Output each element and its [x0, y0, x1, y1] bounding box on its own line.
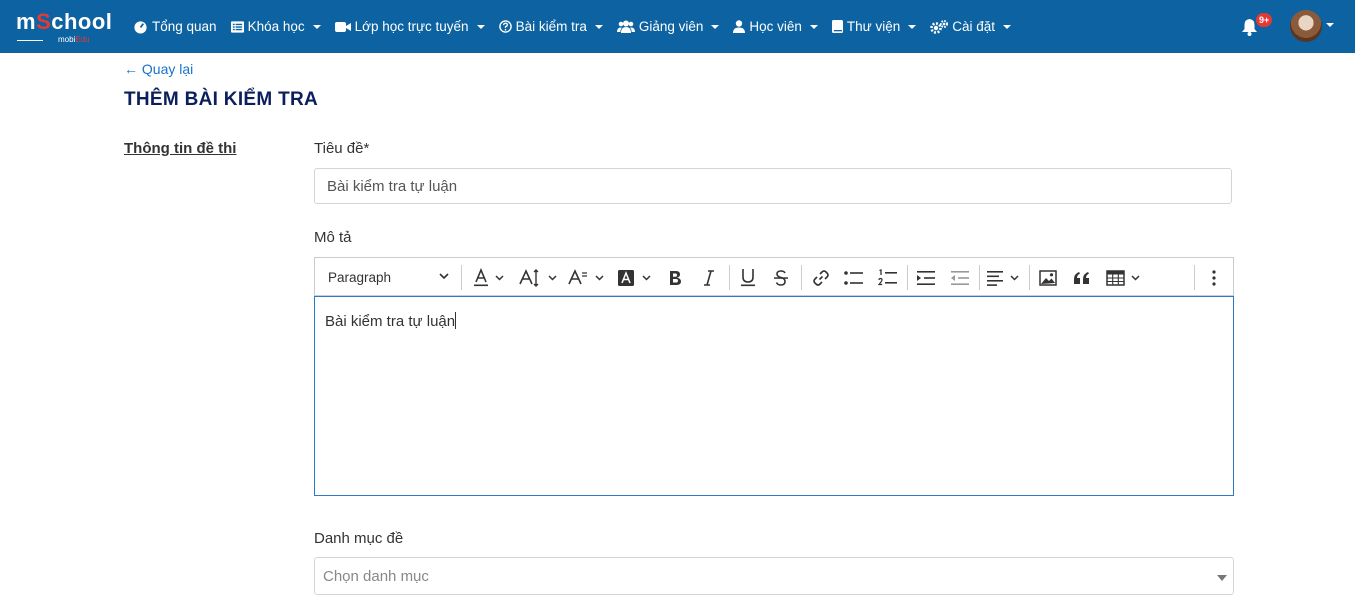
nav-label: Học viên	[749, 19, 802, 34]
chevron-down-icon[interactable]	[1326, 23, 1334, 27]
indent-icon	[917, 270, 935, 285]
text-cursor	[455, 312, 457, 329]
font-size-icon	[519, 268, 557, 287]
user-icon	[733, 20, 746, 33]
bold-button[interactable]	[667, 258, 683, 297]
description-label: Mô tả	[314, 229, 352, 246]
nav-label: Thư viện	[846, 19, 901, 34]
question-icon	[498, 20, 512, 33]
numbered-list-button[interactable]	[878, 258, 898, 297]
align-button[interactable]	[987, 258, 1023, 297]
highlight-icon	[618, 269, 651, 286]
chevron-down-icon	[1003, 24, 1012, 29]
font-family-button[interactable]	[568, 258, 606, 297]
image-icon	[1039, 269, 1057, 286]
book-icon	[831, 20, 843, 33]
main-nav: Tổng quan Khóa học Lớp học trực tuyến Bà…	[133, 0, 1025, 53]
editor-toolbar: Paragraph	[314, 257, 1234, 296]
nav-label: Bài kiểm tra	[515, 19, 587, 34]
chevron-down-icon	[711, 24, 720, 29]
top-navbar: mSchool mobiEdu Tổng quan Khóa học Lớp h…	[0, 0, 1355, 53]
title-input[interactable]: Bài kiểm tra tự luận	[314, 168, 1232, 204]
chevron-down-icon	[439, 273, 449, 280]
highlight-button[interactable]	[617, 258, 655, 297]
arrow-left-icon: ←	[124, 61, 138, 77]
nav-item-teachers[interactable]: Giảng viên	[616, 19, 720, 34]
logo-line	[17, 40, 43, 41]
link-button[interactable]	[812, 258, 830, 297]
nav-item-tests[interactable]: Bài kiểm tra	[498, 19, 603, 34]
gears-icon	[930, 19, 949, 34]
underline-icon	[741, 269, 755, 287]
nav-item-online-classes[interactable]: Lớp học trực tuyến	[334, 19, 485, 34]
more-button[interactable]	[1211, 258, 1217, 297]
page-title: THÊM BÀI KIỂM TRA	[124, 89, 319, 110]
brand-logo[interactable]: mSchool mobiEdu	[16, 9, 113, 45]
logo-text: mSchool	[16, 9, 113, 34]
strikethrough-button[interactable]	[773, 258, 789, 297]
nav-item-courses[interactable]: Khóa học	[230, 19, 321, 34]
description-editor[interactable]: Bài kiểm tra tự luận	[314, 296, 1234, 496]
italic-icon	[704, 269, 714, 286]
nav-label: Khóa học	[247, 19, 305, 34]
table-icon	[1106, 269, 1140, 286]
notification-badge: 9+	[1256, 13, 1273, 27]
nav-item-library[interactable]: Thư viện	[831, 19, 917, 34]
insert-image-button[interactable]	[1039, 258, 1057, 297]
nav-item-settings[interactable]: Cài đặt	[930, 19, 1012, 34]
nav-label: Cài đặt	[952, 19, 996, 34]
font-size-button[interactable]	[519, 258, 559, 297]
outdent-icon	[951, 270, 969, 285]
list-icon	[230, 20, 244, 33]
font-color-button[interactable]	[473, 258, 505, 297]
bulleted-list-icon	[844, 270, 863, 285]
back-link[interactable]: ← Quay lại	[124, 61, 193, 77]
paragraph-dropdown[interactable]: Paragraph	[328, 258, 452, 297]
dashboard-icon	[134, 21, 147, 34]
blockquote-icon	[1074, 271, 1089, 284]
logo-subtext: mobiEdu	[58, 35, 90, 44]
align-icon	[987, 270, 1019, 286]
strikethrough-icon	[774, 269, 788, 286]
nav-item-overview[interactable]: Tổng quan	[133, 19, 217, 34]
underline-button[interactable]	[740, 258, 756, 297]
outdent-button[interactable]	[951, 258, 969, 297]
category-select[interactable]: Chọn danh mục	[314, 557, 1234, 595]
nav-label: Lớp học trực tuyến	[354, 19, 469, 34]
link-icon	[813, 269, 829, 286]
blockquote-button[interactable]	[1073, 258, 1090, 297]
numbered-list-icon	[878, 268, 897, 285]
category-label: Danh mục đề	[314, 530, 404, 547]
nav-label: Giảng viên	[638, 19, 704, 34]
font-color-icon	[474, 267, 504, 286]
nav-item-students[interactable]: Học viên	[733, 19, 818, 34]
chevron-down-icon	[594, 24, 603, 29]
more-icon	[1212, 269, 1216, 286]
insert-table-button[interactable]	[1106, 258, 1142, 297]
users-icon	[616, 20, 635, 33]
italic-button[interactable]	[702, 258, 716, 297]
bulleted-list-button[interactable]	[844, 258, 864, 297]
avatar[interactable]	[1290, 10, 1322, 42]
indent-button[interactable]	[917, 258, 935, 297]
chevron-down-icon	[1217, 575, 1227, 581]
chevron-down-icon	[312, 24, 321, 29]
section-tab-test-info[interactable]: Thông tin đề thi	[124, 140, 236, 157]
chevron-down-icon	[809, 24, 818, 29]
chevron-down-icon	[476, 24, 485, 29]
font-family-icon	[568, 268, 604, 284]
chevron-down-icon	[908, 24, 917, 29]
bold-icon	[670, 270, 681, 285]
title-label: Tiêu đề*	[314, 140, 370, 157]
video-icon	[334, 21, 351, 32]
nav-label: Tổng quan	[152, 19, 217, 34]
